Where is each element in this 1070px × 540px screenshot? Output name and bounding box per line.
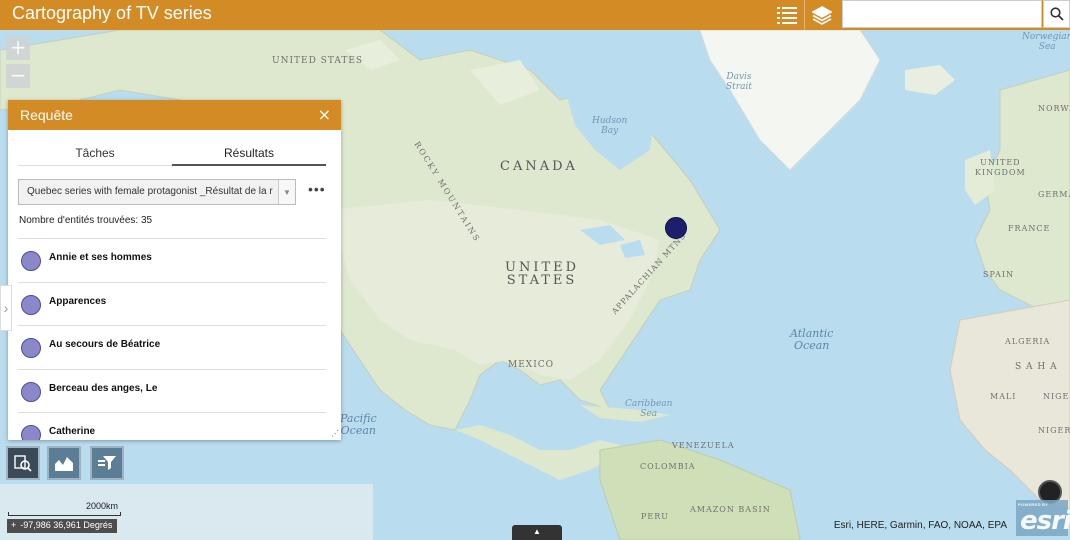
list-item[interactable]: Catherine <box>18 412 326 440</box>
filter-icon <box>98 456 116 470</box>
layer-list-button[interactable] <box>770 0 804 30</box>
result-symbol-icon <box>21 381 41 402</box>
panel-tabs: Tâches Résultats <box>18 142 326 166</box>
list-item[interactable]: Berceau des anges, Le <box>18 368 326 413</box>
map-label-amazon: AMAZON BASIN <box>690 505 771 514</box>
search-button[interactable] <box>1043 0 1070 28</box>
map-label-venezuela: VENEZUELA <box>672 441 735 450</box>
close-icon[interactable]: × <box>318 105 331 124</box>
map-label-mexico: MEXICO <box>508 360 555 370</box>
map-label-canada: CANADA <box>500 159 578 174</box>
panel-header: Requête × <box>8 100 341 130</box>
scale-label: 2000km <box>86 501 119 511</box>
map-label-peru: PERU <box>641 512 669 521</box>
tab-taches[interactable]: Tâches <box>18 142 172 166</box>
list-icon <box>777 7 797 24</box>
coordinate-readout[interactable]: + -97,986 36,961 Degrés <box>7 519 118 533</box>
list-item[interactable]: Annie et ses hommes <box>18 238 326 282</box>
map-label-pacific: Pacific Ocean <box>340 412 377 437</box>
query-search-icon <box>14 455 32 472</box>
chevron-down-icon[interactable]: ▼ <box>278 180 295 204</box>
map-result-point[interactable] <box>665 217 687 239</box>
map-label-colombia: COLOMBIA <box>640 462 696 471</box>
list-item[interactable]: Au secours de Béatrice <box>18 325 326 369</box>
map-label-atlantic: Atlantic Ocean <box>790 327 834 352</box>
map-label-spain: SPAIN <box>983 270 1015 279</box>
resize-handle-icon[interactable]: ⋰ <box>331 429 339 438</box>
search-input[interactable] <box>842 0 1042 28</box>
result-label: Apparences <box>49 295 107 307</box>
query-select[interactable]: Quebec series with female protagonist _R… <box>18 179 296 205</box>
map-label-algeria: ALGERIA <box>1005 337 1051 346</box>
map-label-niger: NIGE <box>1043 392 1070 401</box>
query-widget-button[interactable] <box>6 446 40 480</box>
app-title: Cartography of TV series <box>12 3 212 23</box>
result-symbol-icon <box>21 338 41 358</box>
result-symbol-icon <box>21 425 41 440</box>
map-label-norway: NORWA <box>1038 104 1070 113</box>
map-label-norwegian-sea: Norwegian Sea <box>1022 32 1070 52</box>
query-panel: Requête × Tâches Résultats Quebec series… <box>8 100 341 440</box>
map-label-sahara: S A H A <box>1015 362 1058 372</box>
crosshair-icon: + <box>11 520 17 530</box>
zoom-out-button[interactable]: − <box>6 64 30 88</box>
result-label: Au secours de Béatrice <box>49 339 161 350</box>
app-header: Cartography of TV series <box>0 0 1070 30</box>
results-list: Annie et ses hommes Apparences Au secour… <box>18 238 326 440</box>
esri-logo-text: esri <box>1020 506 1070 536</box>
map-label-nigeria: NIGER <box>1038 426 1070 435</box>
zoom-controls: + − <box>6 36 30 88</box>
map-label-davis-strait: Davis Strait <box>726 72 752 92</box>
result-symbol-icon <box>21 251 41 271</box>
map-label-united-states: UNITED STATES <box>505 260 580 288</box>
map-attribution: Esri, HERE, Garmin, FAO, NOAA, EPA <box>833 520 1007 531</box>
tab-resultats[interactable]: Résultats <box>172 142 326 166</box>
search-icon <box>1049 7 1064 21</box>
map-label-us-small: UNITED STATES <box>272 56 364 66</box>
result-count: Nombre d'entités trouvées: 35 <box>19 215 153 226</box>
map-label-france: FRANCE <box>1008 224 1051 233</box>
chart-icon <box>55 457 73 471</box>
zoom-in-button[interactable]: + <box>6 36 30 60</box>
result-symbol-icon <box>21 294 41 315</box>
coordinate-text: -97,986 36,961 Degrés <box>20 520 113 530</box>
layers-icon <box>811 6 832 25</box>
esri-logo: POWERED BY esri <box>1016 500 1070 536</box>
list-item[interactable]: Apparences <box>18 281 326 326</box>
attribute-table-toggle[interactable]: ▲ <box>512 525 562 540</box>
basemap-layers-button[interactable] <box>804 0 838 30</box>
panel-title: Requête <box>20 107 73 123</box>
map-label-germany: GERMA <box>1038 190 1070 199</box>
result-label: Berceau des anges, Le <box>49 382 158 394</box>
filter-widget-button[interactable] <box>90 446 124 480</box>
result-label: Annie et ses hommes <box>49 252 152 263</box>
map-label-mali: MALI <box>990 392 1017 401</box>
chart-widget-button[interactable] <box>47 446 81 480</box>
map-label-caribbean: Caribbean Sea <box>625 399 673 419</box>
scale-bar <box>8 512 121 516</box>
map-label-hudson-bay: Hudson Bay <box>592 116 628 136</box>
map-label-uk: UNITED KINGDOM <box>975 158 1026 177</box>
result-label: Catherine <box>49 426 96 437</box>
panel-collapse-button[interactable]: › <box>0 285 12 331</box>
more-icon[interactable]: ••• <box>308 181 326 197</box>
